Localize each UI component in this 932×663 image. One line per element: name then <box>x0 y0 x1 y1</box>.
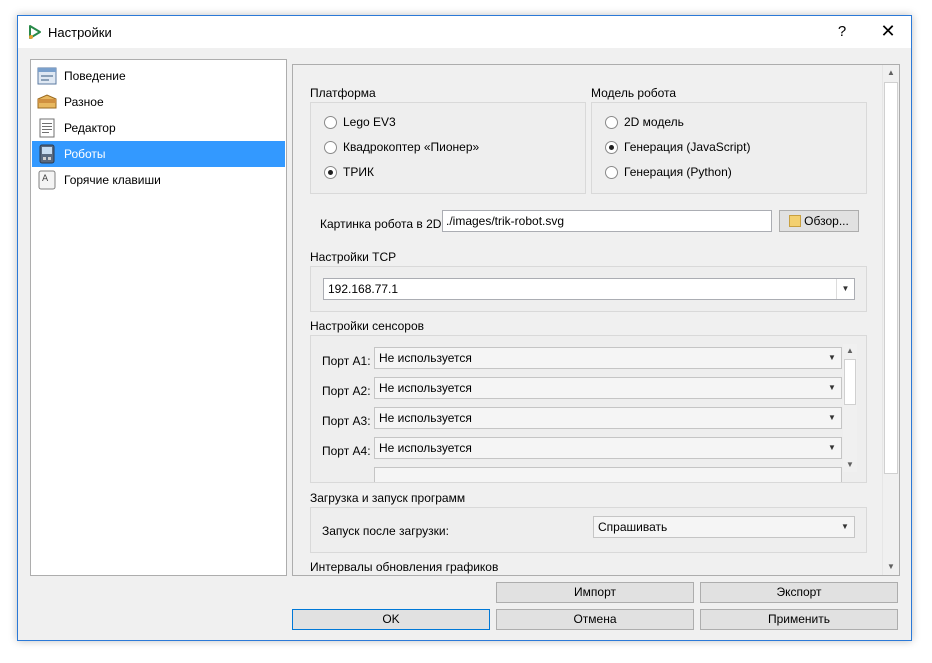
robot-image-label: Картинка робота в 2D: <box>320 217 445 231</box>
chevron-down-icon[interactable]: ▼ <box>836 517 854 537</box>
platform-title: Платформа <box>310 86 376 100</box>
radio-gen-javascript[interactable]: Генерация (JavaScript) <box>605 140 750 154</box>
robot-image-path-input[interactable]: ./images/trik-robot.svg <box>442 210 772 232</box>
run-after-upload-label: Запуск после загрузки: <box>322 524 449 538</box>
run-after-upload-value: Спрашивать <box>598 520 668 534</box>
sensors-title: Настройки сенсоров <box>310 319 425 333</box>
sidebar-item-editor[interactable]: Редактор <box>32 115 285 141</box>
browse-label: Обзор... <box>804 214 849 228</box>
radio-indicator <box>324 115 337 129</box>
port-a4-combo[interactable]: Не используется ▼ <box>374 437 842 459</box>
misc-icon <box>37 94 57 109</box>
close-button[interactable]: ✕ <box>865 16 911 47</box>
radio-label: ТРИК <box>343 165 374 179</box>
robot-model-title: Модель робота <box>591 86 677 100</box>
sensors-scrollbar[interactable]: ▲ ▼ <box>843 344 857 472</box>
port-a4-value: Не используется <box>379 441 472 455</box>
radio-label: Генерация (Python) <box>624 165 732 179</box>
browse-button[interactable]: Обзор... <box>779 210 859 232</box>
radio-indicator <box>324 165 337 179</box>
scroll-down-icon[interactable]: ▼ <box>883 559 899 575</box>
import-button[interactable]: Импорт <box>496 582 694 603</box>
robots-icon <box>39 144 55 164</box>
settings-dialog: Настройки ? ✕ Поведение Разное Редактор … <box>17 15 912 641</box>
chevron-down-icon[interactable]: ▼ <box>823 408 841 428</box>
behavior-icon <box>37 67 57 85</box>
tcp-group: 192.168.77.1 ▼ <box>310 266 867 312</box>
cancel-button[interactable]: Отмена <box>496 609 694 630</box>
scroll-up-icon[interactable]: ▲ <box>843 344 857 358</box>
folder-icon <box>789 215 802 227</box>
scrollbar-thumb[interactable] <box>844 359 856 405</box>
chevron-down-icon[interactable]: ▼ <box>823 378 841 398</box>
apply-button[interactable]: Применить <box>700 609 898 630</box>
port-a2-label: Порт A2: <box>322 384 371 398</box>
upload-title: Загрузка и запуск программ <box>310 491 466 505</box>
port-a3-combo[interactable]: Не используется ▼ <box>374 407 842 429</box>
port-a4-label: Порт A4: <box>322 444 371 458</box>
radio-trik[interactable]: ТРИК <box>324 165 374 179</box>
editor-icon <box>39 118 55 138</box>
scroll-up-icon[interactable]: ▲ <box>883 65 899 81</box>
ok-button[interactable]: OK <box>292 609 490 630</box>
scroll-down-icon[interactable]: ▼ <box>843 458 857 472</box>
radio-indicator <box>605 165 618 179</box>
chevron-down-icon[interactable]: ▼ <box>823 438 841 458</box>
sensors-group: Порт A1: Не используется ▼ Порт A2: Не и… <box>310 335 867 483</box>
radio-label: 2D модель <box>624 115 684 129</box>
sidebar-item-label: Роботы <box>64 147 106 161</box>
tcp-address-combo[interactable]: 192.168.77.1 ▼ <box>323 278 855 300</box>
window-title: Настройки <box>48 25 112 40</box>
panel-scrollbar[interactable]: ▲ ▼ <box>882 65 899 575</box>
sidebar-item-label: Редактор <box>64 121 116 135</box>
port-a3-label: Порт A3: <box>322 414 371 428</box>
help-button[interactable]: ? <box>819 16 865 47</box>
app-logo-icon <box>29 25 41 39</box>
tcp-title: Настройки TCP <box>310 250 397 264</box>
scrollbar-thumb[interactable] <box>884 82 898 474</box>
sidebar-item-label: Горячие клавиши <box>64 173 161 187</box>
radio-gen-python[interactable]: Генерация (Python) <box>605 165 732 179</box>
robots-settings-panel: ▲ ▼ Платформа Lego EV3 Квадрокоптер «Пио… <box>292 64 900 576</box>
chevron-down-icon[interactable]: ▼ <box>823 348 841 368</box>
hotkeys-icon: A <box>38 170 56 190</box>
svg-text:A: A <box>42 174 49 184</box>
upload-group: Запуск после загрузки: Спрашивать ▼ <box>310 507 867 553</box>
sidebar-item-robots[interactable]: Роботы <box>32 141 285 167</box>
export-button[interactable]: Экспорт <box>700 582 898 603</box>
radio-label: Lego EV3 <box>343 115 396 129</box>
chevron-down-icon[interactable]: ▼ <box>836 279 854 299</box>
port-a1-label: Порт A1: <box>322 354 371 368</box>
radio-label: Квадрокоптер «Пионер» <box>343 140 480 154</box>
robot-model-group: 2D модель Генерация (JavaScript) Генерац… <box>591 102 867 194</box>
radio-indicator <box>605 140 618 154</box>
platform-group: Lego EV3 Квадрокоптер «Пионер» ТРИК <box>310 102 586 194</box>
port-a1-value: Не используется <box>379 351 472 365</box>
sidebar-item-label: Поведение <box>64 69 126 83</box>
graphs-title: Интервалы обновления графиков <box>310 560 499 574</box>
sidebar-item-label: Разное <box>64 95 104 109</box>
sidebar-item-misc[interactable]: Разное <box>32 89 285 115</box>
settings-category-list: Поведение Разное Редактор Роботы A Горяч… <box>30 59 287 576</box>
radio-2d-model[interactable]: 2D модель <box>605 115 684 129</box>
sidebar-item-hotkeys[interactable]: A Горячие клавиши <box>32 167 285 193</box>
radio-label: Генерация (JavaScript) <box>624 140 751 154</box>
port-a2-value: Не используется <box>379 381 472 395</box>
tcp-address-value: 192.168.77.1 <box>328 282 399 296</box>
title-bar: Настройки ? ✕ <box>18 16 911 48</box>
sidebar-item-behavior[interactable]: Поведение <box>32 63 285 89</box>
radio-indicator <box>605 115 618 129</box>
run-after-upload-combo[interactable]: Спрашивать ▼ <box>593 516 855 538</box>
port-a1-combo[interactable]: Не используется ▼ <box>374 347 842 369</box>
port-a2-combo[interactable]: Не используется ▼ <box>374 377 842 399</box>
radio-lego-ev3[interactable]: Lego EV3 <box>324 115 396 129</box>
port-a3-value: Не используется <box>379 411 472 425</box>
radio-pioneer[interactable]: Квадрокоптер «Пионер» <box>324 140 479 154</box>
port-a5-combo-partial[interactable] <box>374 467 842 482</box>
radio-indicator <box>324 140 337 154</box>
